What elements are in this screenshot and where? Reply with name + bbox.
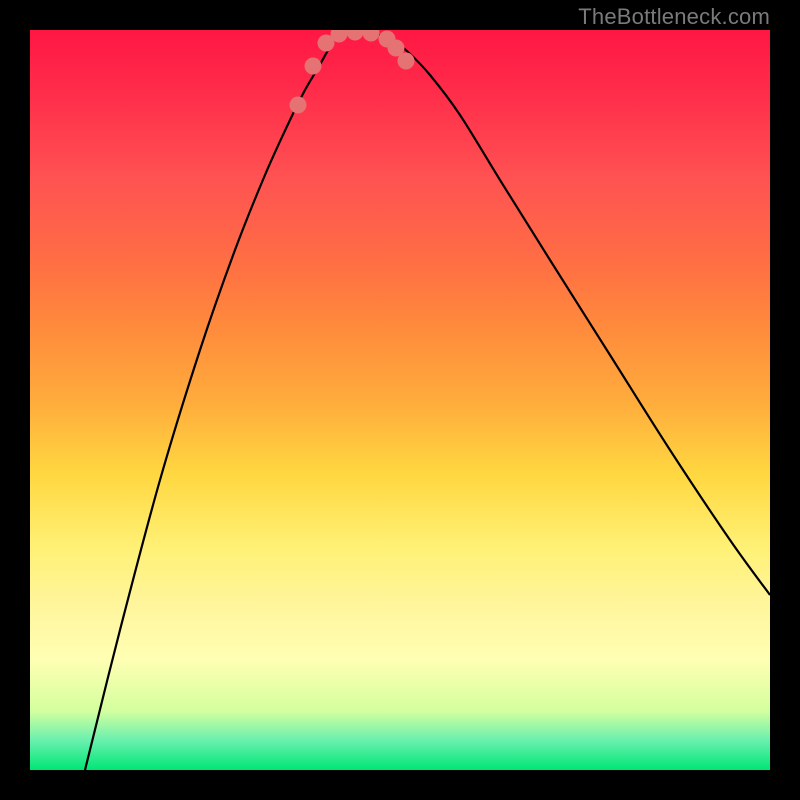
marker-dot <box>290 97 307 114</box>
watermark-text: TheBottleneck.com <box>578 4 770 30</box>
plot-area <box>30 30 770 770</box>
chart-stage: TheBottleneck.com <box>0 0 800 800</box>
marker-dots <box>290 30 415 114</box>
marker-dot <box>305 58 322 75</box>
bottleneck-curve <box>85 32 770 770</box>
marker-dot <box>347 30 364 41</box>
curve-svg <box>30 30 770 770</box>
marker-dot <box>398 53 415 70</box>
marker-dot <box>363 30 380 42</box>
